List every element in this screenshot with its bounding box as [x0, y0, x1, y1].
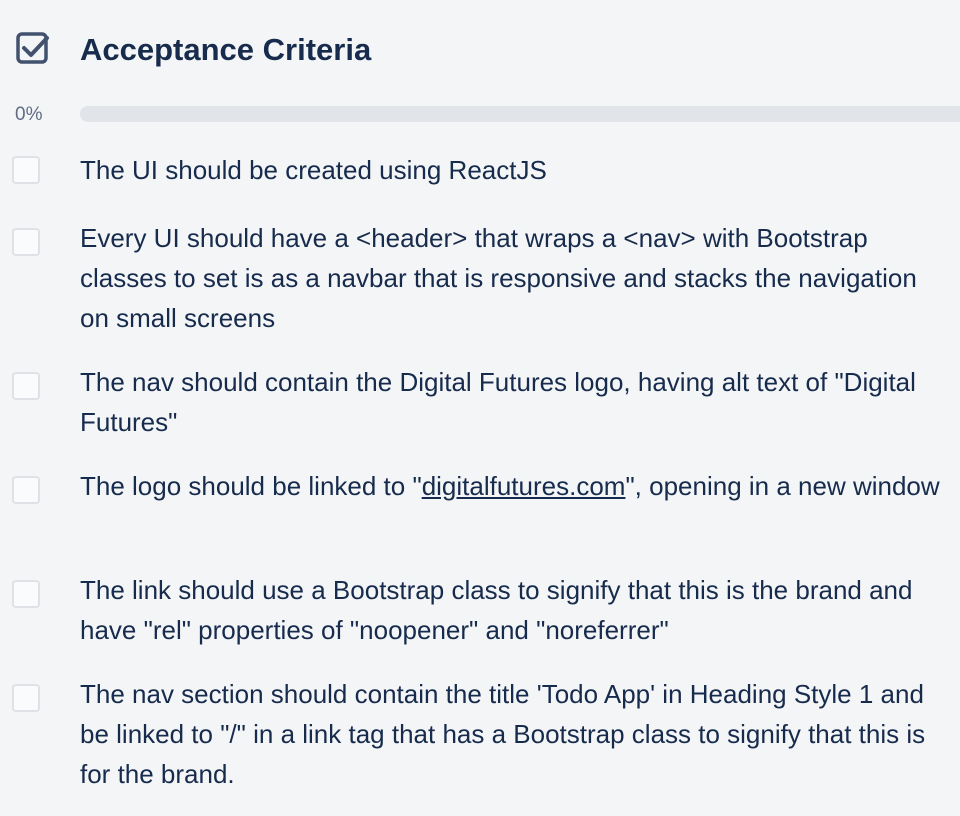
checklist-item-checkbox[interactable] — [12, 476, 40, 504]
checklist-title[interactable]: Acceptance Criteria — [80, 32, 371, 68]
checkbox-checked-icon — [16, 32, 49, 64]
progress-percent: 0% — [15, 104, 43, 125]
checklist-progress: 0% — [0, 98, 960, 132]
checklist-item-text[interactable]: The nav should contain the Digital Futur… — [80, 362, 940, 442]
acceptance-criteria-checklist: Acceptance Criteria 0% The UI should be … — [0, 0, 960, 816]
checklist-item-checkbox[interactable] — [12, 228, 40, 256]
checklist-item-text[interactable]: The logo should be linked to "digitalfut… — [80, 466, 940, 506]
checklist-item-checkbox[interactable] — [12, 684, 40, 712]
checklist-item-text[interactable]: The UI should be created using ReactJS — [80, 150, 940, 190]
item-text-after: ", opening in a new window — [625, 471, 940, 501]
checklist-item-text[interactable]: Every UI should have a <header> that wra… — [80, 218, 940, 338]
checklist-item-checkbox[interactable] — [12, 156, 40, 184]
digitalfutures-link[interactable]: digitalfutures.com — [422, 471, 626, 501]
checklist-item-text[interactable]: The link should use a Bootstrap class to… — [80, 570, 940, 650]
checklist-item-checkbox[interactable] — [12, 372, 40, 400]
checklist-item-text[interactable]: The nav section should contain the title… — [80, 674, 940, 794]
progress-bar — [80, 106, 960, 122]
checklist-item-checkbox[interactable] — [12, 580, 40, 608]
item-text-before: The logo should be linked to " — [80, 471, 422, 501]
checklist-header: Acceptance Criteria — [0, 24, 960, 76]
